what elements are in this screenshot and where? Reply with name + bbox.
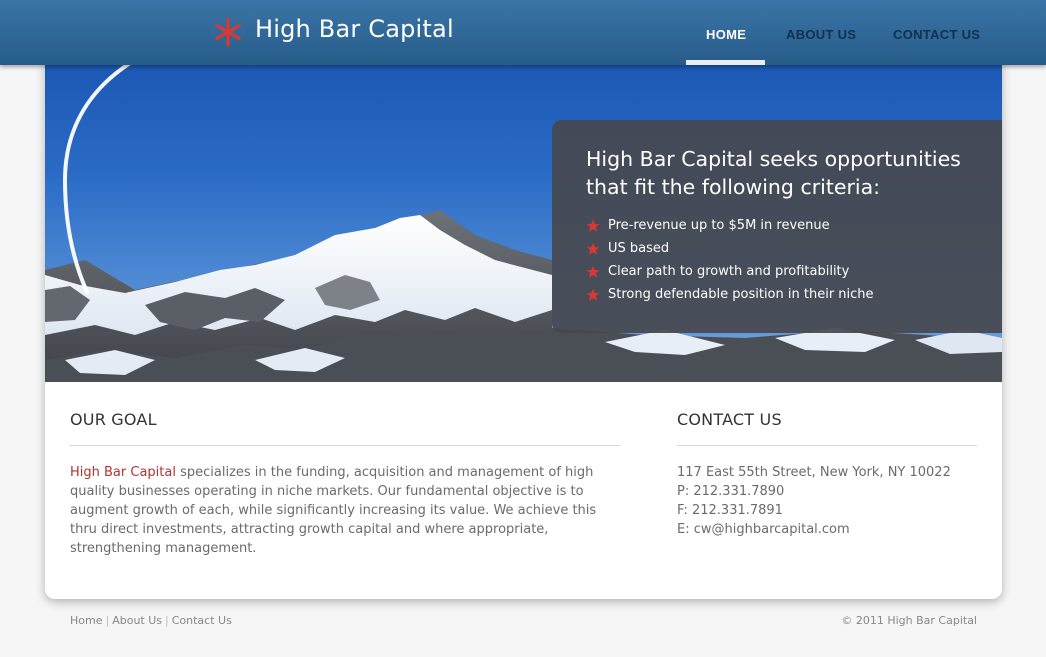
brand-name-link[interactable]: High Bar Capital: [70, 465, 176, 480]
contact-phone: P: 212.331.7890: [677, 484, 785, 499]
criteria-panel: High Bar Capital seeks opportunities tha…: [552, 120, 1002, 333]
red-star-icon: [586, 288, 600, 301]
footer-link-home[interactable]: Home: [70, 614, 102, 627]
red-star-icon: [586, 242, 600, 255]
footer-link-about-us[interactable]: About Us: [112, 614, 162, 627]
footer-link-contact-us[interactable]: Contact Us: [172, 614, 232, 627]
nav-home[interactable]: HOME: [706, 27, 746, 42]
criteria-item: Strong defendable position in their nich…: [586, 283, 874, 306]
criteria-item: Pre-revenue up to $5M in revenue: [586, 214, 874, 237]
criteria-title: High Bar Capital seeks opportunities tha…: [586, 147, 961, 199]
criteria-item-text: Clear path to growth and profitability: [608, 264, 850, 279]
goal-paragraph: High Bar Capital specializes in the fund…: [70, 463, 610, 558]
footer-copyright: © 2011 High Bar Capital: [841, 614, 977, 627]
footer-separator: |: [105, 614, 110, 627]
contact-address: 117 East 55th Street, New York, NY 10022: [677, 465, 951, 480]
criteria-item: Clear path to growth and profitability: [586, 260, 874, 283]
criteria-item: US based: [586, 237, 874, 260]
contact-fax: F: 212.331.7891: [677, 503, 783, 518]
nav-active-indicator: [686, 60, 765, 65]
criteria-item-text: US based: [608, 241, 670, 256]
nav-contact-us[interactable]: CONTACT US: [893, 27, 980, 42]
contact-email[interactable]: E: cw@highbarcapital.com: [677, 520, 850, 539]
site-logo-text[interactable]: High Bar Capital: [255, 15, 454, 43]
hero-banner: High Bar Capital seeks opportunities tha…: [45, 60, 1002, 382]
footer-links: Home | About Us | Contact Us: [70, 614, 232, 627]
red-asterisk-star-icon[interactable]: [212, 16, 244, 48]
contact-divider: [677, 445, 977, 446]
criteria-item-text: Strong defendable position in their nich…: [608, 287, 874, 302]
nav-about-us[interactable]: ABOUT US: [786, 27, 856, 42]
red-star-icon: [586, 265, 600, 278]
main-card: High Bar Capital seeks opportunities tha…: [45, 60, 1002, 599]
criteria-list: Pre-revenue up to $5M in revenue US base…: [586, 214, 874, 306]
footer-separator: |: [165, 614, 169, 627]
goal-divider: [70, 445, 620, 446]
site-header: High Bar Capital HOME ABOUT US CONTACT U…: [0, 0, 1046, 65]
red-star-icon: [586, 219, 600, 232]
contact-heading: CONTACT US: [677, 410, 782, 429]
criteria-item-text: Pre-revenue up to $5M in revenue: [608, 218, 830, 233]
goal-heading: OUR GOAL: [70, 410, 157, 429]
